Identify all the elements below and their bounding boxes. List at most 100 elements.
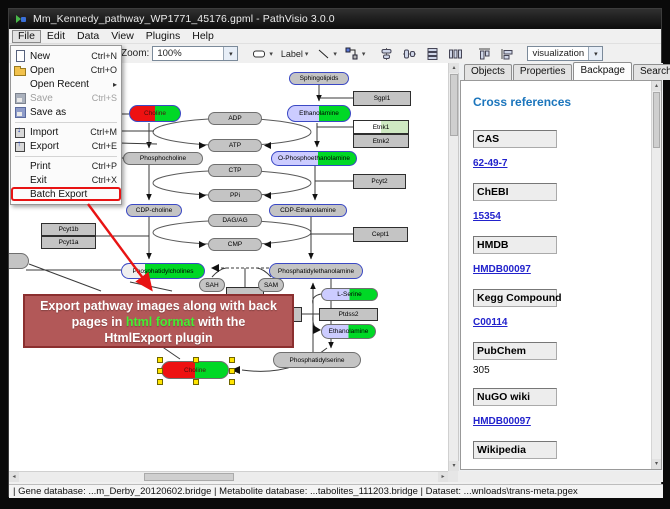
menu-item-label: Open <box>30 65 91 76</box>
file-menu-item-print[interactable]: PrintCtrl+P <box>11 159 121 173</box>
metabolite-node-adp[interactable]: ADP <box>208 112 262 125</box>
selection-handle[interactable] <box>229 357 235 363</box>
align-left-button[interactable] <box>497 45 518 63</box>
metabolite-node-dag-ag[interactable]: DAG/AG <box>208 214 262 227</box>
metabolite-node-o-phosphoethanolamine[interactable]: O-Phosphoethanolamine <box>271 151 357 166</box>
align-center-horizontal-button[interactable] <box>399 45 420 63</box>
metabolite-node-sah[interactable]: SAH <box>199 278 225 292</box>
metabolite-node-sam[interactable]: SAM <box>258 278 284 292</box>
gene-node-cept1[interactable]: Cept1 <box>353 227 408 242</box>
open-folder-icon <box>14 64 26 76</box>
gene-node-pcyt1a[interactable]: Pcyt1a <box>41 236 96 249</box>
metabolite-node-edge-pill[interactable] <box>9 253 29 269</box>
panel-vertical-scrollbar[interactable]: ▴ ▾ <box>651 81 661 469</box>
canvas-vertical-scrollbar[interactable]: ▴ ▾ <box>448 63 458 471</box>
connector-tool-button[interactable]: ▾ <box>342 45 369 63</box>
metabolite-node-ppi[interactable]: PPi <box>208 189 262 202</box>
datanode-tool-button[interactable]: ▾ <box>249 45 276 63</box>
metabolite-node-choline-top[interactable]: Choline <box>129 105 181 122</box>
gene-node-ptdss2[interactable]: Ptdss2 <box>319 308 378 321</box>
crossref-link[interactable]: 62-49-7 <box>473 158 507 169</box>
metabolite-node-phosphatidylserine[interactable]: Phosphatidylserine <box>273 352 361 368</box>
file-menu-item-exit[interactable]: ExitCtrl+X <box>11 173 121 187</box>
canvas-horizontal-scrollbar[interactable]: ◂ ▸ <box>9 471 448 482</box>
crossref-link[interactable]: Choline <box>473 469 510 470</box>
label-tool-button[interactable]: Label ▾ <box>278 47 312 61</box>
menubar-item-plugins[interactable]: Plugins <box>140 30 186 43</box>
scroll-up-icon[interactable]: ▴ <box>449 63 459 73</box>
panel-scroll-thumb[interactable] <box>653 92 660 148</box>
cross-references-list: CAS62-49-7ChEBI15354HMDBHMDB00097Kegg Co… <box>473 130 651 470</box>
align-left-icon <box>500 47 515 61</box>
dropdown-caret-icon[interactable]: ▾ <box>223 47 237 60</box>
crossref-link[interactable]: HMDB00097 <box>473 264 531 275</box>
selection-handle[interactable] <box>157 379 163 385</box>
selection-handle[interactable] <box>229 379 235 385</box>
crossref-link[interactable]: HMDB00097 <box>473 416 531 427</box>
metabolite-node-cmp[interactable]: CMP <box>208 238 262 251</box>
crossref-link[interactable]: C00114 <box>473 317 507 328</box>
align-center-vertical-button[interactable] <box>376 45 397 63</box>
node-label: Choline <box>184 367 206 374</box>
no-icon <box>14 174 26 186</box>
scroll-down-icon[interactable]: ▾ <box>449 461 459 471</box>
visualization-combobox[interactable]: visualization ▾ <box>527 46 603 61</box>
title-bar[interactable]: Mm_Kennedy_pathway_WP1771_45176.gpml - P… <box>9 9 661 29</box>
file-menu-item-open-recent[interactable]: Open Recent▸ <box>11 77 121 91</box>
node-label: ADP <box>228 115 241 122</box>
file-menu-item-import[interactable]: ImportCtrl+M <box>11 125 121 139</box>
selection-handle[interactable] <box>193 379 199 385</box>
metabolite-node-choline-selected[interactable]: Choline <box>161 361 229 379</box>
menubar-item-view[interactable]: View <box>105 30 140 43</box>
tab-objects[interactable]: Objects <box>464 64 512 80</box>
file-menu-item-batch-export[interactable]: Batch Export <box>11 187 121 201</box>
menubar-item-edit[interactable]: Edit <box>41 30 71 43</box>
metabolite-node-ctp[interactable]: CTP <box>208 164 262 177</box>
selection-handle[interactable] <box>193 357 199 363</box>
tab-search[interactable]: Search <box>633 64 670 80</box>
zoom-combobox[interactable]: 100% ▾ <box>152 46 238 61</box>
metabolite-node-l-serine[interactable]: L-Serine <box>321 288 378 301</box>
metabolite-node-atp[interactable]: ATP <box>208 139 262 152</box>
distribute-vertical-button[interactable] <box>422 45 443 63</box>
crossref-link[interactable]: 15354 <box>473 211 501 222</box>
gene-node-etnk2[interactable]: Etnk2 <box>353 134 409 148</box>
menubar-item-data[interactable]: Data <box>71 30 105 43</box>
scroll-down-icon[interactable]: ▾ <box>652 459 661 469</box>
file-menu-item-save-as[interactable]: Save as <box>11 105 121 119</box>
selection-handle[interactable] <box>229 368 235 374</box>
vertical-scroll-thumb[interactable] <box>450 74 458 136</box>
gene-node-pcyt2[interactable]: Pcyt2 <box>353 174 406 189</box>
metabolite-node-phosphocholine[interactable]: Phosphocholine <box>123 152 203 165</box>
scroll-up-icon[interactable]: ▴ <box>652 81 661 91</box>
metabolite-node-ethanolamine-top[interactable]: Ethanolamine <box>287 105 351 122</box>
menu-item-shortcut: Ctrl+E <box>92 141 117 151</box>
metabolite-node-sphingolipids[interactable]: Sphingolipids <box>289 72 349 85</box>
scroll-left-icon[interactable]: ◂ <box>9 472 19 482</box>
gene-node-pcyt1b[interactable]: Pcyt1b <box>41 223 96 236</box>
scroll-right-icon[interactable]: ▸ <box>438 472 448 482</box>
metabolite-node-ethanolamine-bottom[interactable]: Ethanolamine <box>321 324 376 339</box>
menubar-item-help[interactable]: Help <box>186 30 220 43</box>
file-menu-item-save[interactable]: SaveCtrl+S <box>11 91 121 105</box>
metabolite-node-phosphatidylethanolamine[interactable]: Phosphatidylethanolamine <box>269 263 363 279</box>
selection-handle[interactable] <box>157 357 163 363</box>
tab-properties[interactable]: Properties <box>513 64 573 80</box>
metabolite-node-cdp-choline[interactable]: CDP-choline <box>126 204 182 217</box>
dropdown-caret-icon[interactable]: ▾ <box>588 47 602 60</box>
tab-backpage[interactable]: Backpage <box>573 62 631 80</box>
metabolite-node-cdp-ethanolamine[interactable]: CDP-Ethanolamine <box>269 204 347 217</box>
file-menu-item-open[interactable]: OpenCtrl+O <box>11 63 121 77</box>
metabolite-node-phosphatidylcholines[interactable]: Phosphatidylcholines <box>121 263 205 279</box>
selection-handle[interactable] <box>157 368 163 374</box>
horizontal-scroll-thumb[interactable] <box>144 473 234 481</box>
menubar-item-file[interactable]: File <box>12 30 41 43</box>
distribute-horizontal-button[interactable] <box>445 45 466 63</box>
line-tool-button[interactable]: ▾ <box>313 45 340 63</box>
connector-tool-icon <box>345 47 360 61</box>
file-menu-item-new[interactable]: NewCtrl+N <box>11 49 121 63</box>
align-top-button[interactable] <box>474 45 495 63</box>
gene-node-sgpl1[interactable]: Sgpl1 <box>353 91 411 106</box>
file-menu-item-export[interactable]: ExportCtrl+E <box>11 139 121 153</box>
gene-node-etnk1[interactable]: Etnk1 <box>353 120 409 134</box>
